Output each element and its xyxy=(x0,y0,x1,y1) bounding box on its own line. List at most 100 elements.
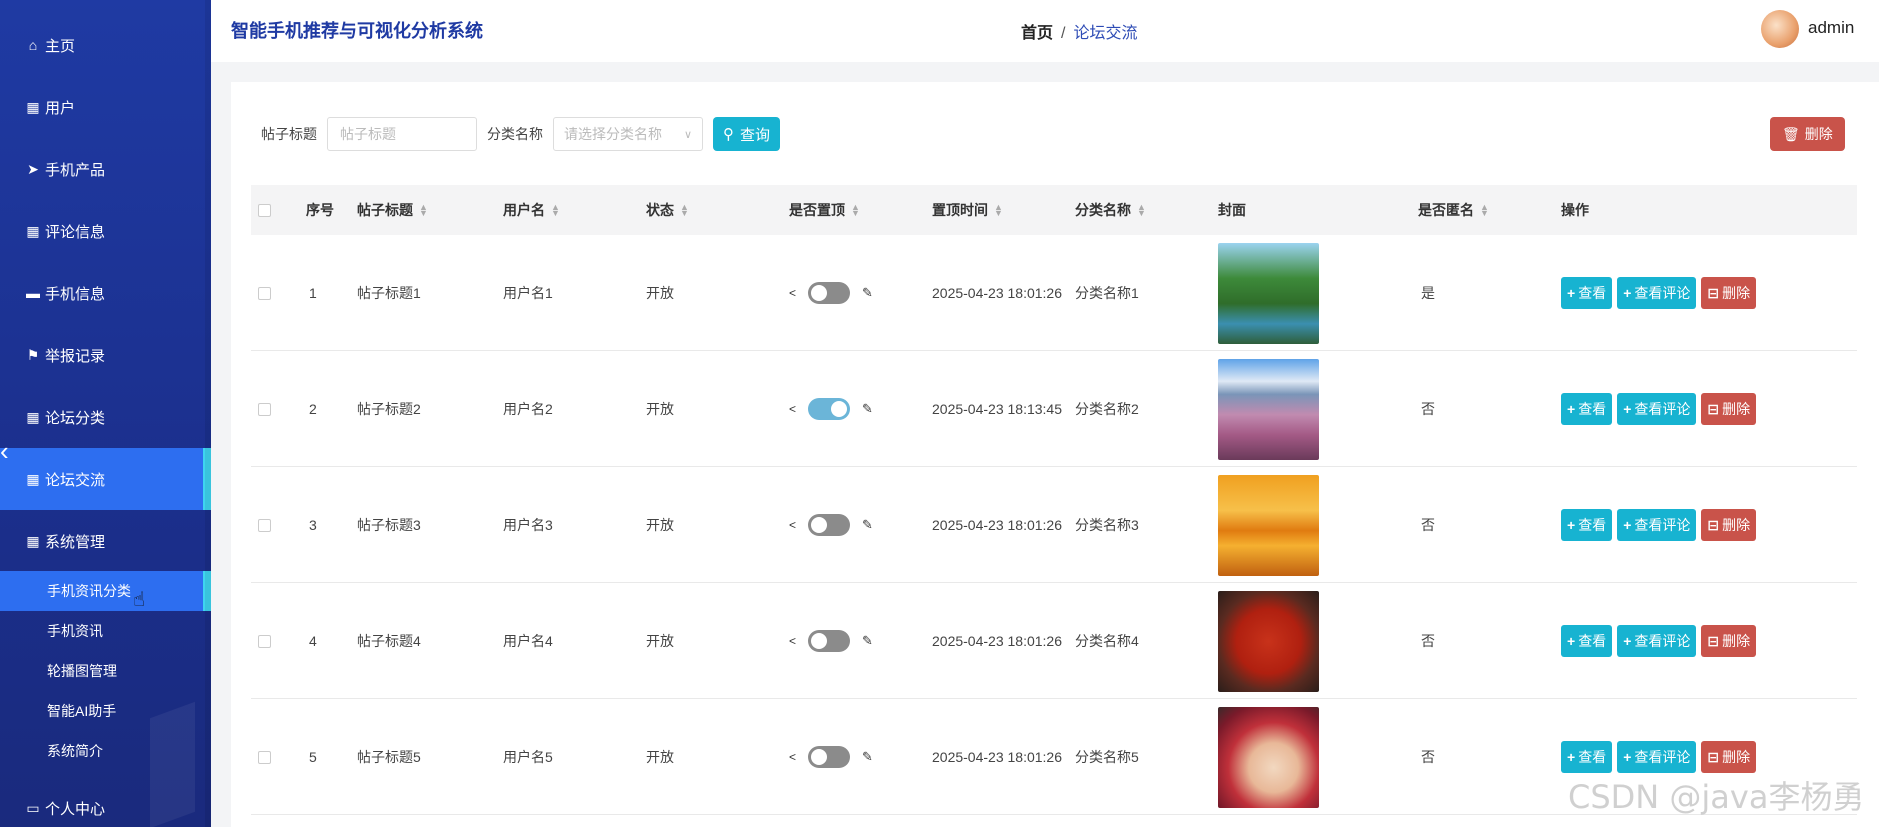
view-comments-label: 查看评论 xyxy=(1634,285,1691,301)
row-checkbox[interactable] xyxy=(258,583,271,699)
share-icon[interactable]: < xyxy=(789,286,796,300)
delete-button[interactable]: ⊟ 删除 xyxy=(1701,393,1757,425)
cover-image xyxy=(1218,474,1319,576)
edit-icon[interactable]: ✎ xyxy=(862,517,873,533)
edit-icon[interactable]: ✎ xyxy=(862,401,873,417)
select-all-checkbox[interactable] xyxy=(258,185,271,235)
pinned-toggle[interactable] xyxy=(808,630,851,652)
sidebar-item-phone-products[interactable]: ➤ 手机产品 xyxy=(0,138,211,200)
delete-button[interactable]: ⊟ 删除 xyxy=(1701,625,1757,657)
share-icon[interactable]: < xyxy=(789,750,796,764)
sidebar-subitem-news-category[interactable]: 手机资讯分类 xyxy=(0,571,211,611)
cell-pinned: < ✎ xyxy=(789,235,873,351)
row-checkbox[interactable] xyxy=(258,699,271,815)
col-status[interactable]: 状态 ▲ ▼ xyxy=(646,185,689,235)
view-button[interactable]: + 查看 xyxy=(1561,509,1613,541)
col-anonymous[interactable]: 是否匿名 ▲ ▼ xyxy=(1418,185,1489,235)
username[interactable]: admin xyxy=(1808,18,1854,38)
cover-image xyxy=(1218,358,1319,460)
delete-button-label: 删除 xyxy=(1722,517,1751,533)
sidebar-item-label: 手机产品 xyxy=(45,161,106,179)
view-button-label: 查看 xyxy=(1578,633,1607,649)
title-search-input[interactable]: 帖子标题 xyxy=(327,117,477,151)
sidebar: ⌂ 主页 ▦ 用户 ➤ 手机产品 ▦ 评论信息 ▬ 手机信息 ⚑ 举报记录 ▦ … xyxy=(0,0,211,827)
sidebar-item-home[interactable]: ⌂ 主页 xyxy=(0,14,211,76)
batch-delete-button[interactable]: 🗑 删除 xyxy=(1770,117,1845,151)
row-checkbox[interactable] xyxy=(258,351,271,467)
home-icon: ⌂ xyxy=(28,37,38,53)
sidebar-item-phone-info[interactable]: ▬ 手机信息 xyxy=(0,262,211,324)
view-comments-button[interactable]: + 查看评论 xyxy=(1617,741,1697,773)
pinned-toggle[interactable] xyxy=(808,514,851,536)
sidebar-subitem-carousel[interactable]: 轮播图管理 xyxy=(0,651,211,691)
sort-icon: ▲ ▼ xyxy=(551,202,560,218)
edit-icon[interactable]: ✎ xyxy=(862,749,873,765)
cell-anonymous: 否 xyxy=(1421,633,1435,649)
cover-image xyxy=(1218,242,1319,344)
view-button[interactable]: + 查看 xyxy=(1561,741,1613,773)
sidebar-item-system[interactable]: ▦ 系统管理 xyxy=(0,510,211,572)
sidebar-item-users[interactable]: ▦ 用户 xyxy=(0,76,211,138)
sidebar-item-forum[interactable]: ▦ 论坛交流 xyxy=(0,448,211,510)
sidebar-subitem-news[interactable]: 手机资讯 xyxy=(0,611,211,651)
delete-button[interactable]: ⊟ 删除 xyxy=(1701,277,1757,309)
pinned-toggle[interactable] xyxy=(808,282,851,304)
sidebar-item-reports[interactable]: ⚑ 举报记录 xyxy=(0,324,211,386)
query-button[interactable]: ⚲ 查询 xyxy=(713,117,781,151)
paper-plane-icon: ➤ xyxy=(27,160,39,177)
chevron-left-icon[interactable]: ‹ xyxy=(0,437,14,465)
col-category[interactable]: 分类名称 ▲ ▼ xyxy=(1075,185,1146,235)
breadcrumb-current: 论坛交流 xyxy=(1073,25,1138,42)
app-title: 智能手机推荐与可视化分析系统 xyxy=(231,21,483,41)
sidebar-item-forum-category[interactable]: ▦ 论坛分类 xyxy=(0,386,211,448)
cell-actions: + 查看 + 查看评论 ⊟ 删除 xyxy=(1561,235,1761,351)
avatar[interactable] xyxy=(1761,10,1799,48)
sidebar-item-reviews[interactable]: ▦ 评论信息 xyxy=(0,200,211,262)
col-pinned[interactable]: 是否置顶 ▲ ▼ xyxy=(789,185,860,235)
col-user[interactable]: 用户名 ▲ ▼ xyxy=(503,185,560,235)
edit-icon[interactable]: ✎ xyxy=(862,285,873,301)
sidebar-item-personal-center[interactable]: ▭ 个人中心 xyxy=(0,777,211,827)
col-pin-time[interactable]: 置顶时间 ▲ ▼ xyxy=(932,185,1003,235)
col-actions: 操作 xyxy=(1561,202,1589,218)
share-icon[interactable]: < xyxy=(789,518,796,532)
cell-user: 用户名1 xyxy=(503,285,553,301)
card-icon: ▭ xyxy=(26,799,40,816)
cell-anonymous: 否 xyxy=(1421,401,1435,417)
view-button[interactable]: + 查看 xyxy=(1561,625,1613,657)
row-checkbox[interactable] xyxy=(258,467,271,583)
cell-category: 分类名称2 xyxy=(1075,401,1139,417)
col-title[interactable]: 帖子标题 ▲ ▼ xyxy=(357,185,428,235)
view-comments-button[interactable]: + 查看评论 xyxy=(1617,277,1697,309)
forum-table: 序号 帖子标题 ▲ ▼ 用户名 ▲ ▼ 状态 ▲ ▼ 是否置顶 ▲ ▼ 置顶时间 ▲ ▼ 分类名称 ▲… xyxy=(251,185,1857,815)
cell-category: 分类名称4 xyxy=(1075,633,1139,649)
plus-icon: + xyxy=(1567,633,1576,649)
category-select[interactable]: 请选择分类名称 ∨ xyxy=(553,117,703,151)
trash-icon: ⊟ xyxy=(1707,748,1720,765)
sidebar-item-label: 论坛交流 xyxy=(45,471,106,489)
delete-button[interactable]: ⊟ 删除 xyxy=(1701,509,1757,541)
plus-icon: + xyxy=(1567,401,1576,417)
cell-status: 开放 xyxy=(646,633,674,649)
cell-pin-time: 2025-04-23 18:01:26 xyxy=(932,285,1062,301)
pinned-toggle[interactable] xyxy=(808,746,851,768)
cell-cover xyxy=(1218,351,1319,467)
pinned-toggle[interactable] xyxy=(808,398,851,420)
plus-icon: + xyxy=(1623,285,1632,301)
cell-anonymous: 是 xyxy=(1421,285,1435,301)
sort-icon: ▲ ▼ xyxy=(851,202,860,218)
view-comments-button[interactable]: + 查看评论 xyxy=(1617,393,1697,425)
row-checkbox[interactable] xyxy=(258,235,271,351)
share-icon[interactable]: < xyxy=(789,402,796,416)
breadcrumb-home[interactable]: 首页 xyxy=(1021,25,1053,42)
delete-button[interactable]: ⊟ 删除 xyxy=(1701,741,1757,773)
view-comments-button[interactable]: + 查看评论 xyxy=(1617,625,1697,657)
sidebar-subitem-label: 轮播图管理 xyxy=(47,663,117,679)
sidebar-item-label: 手机信息 xyxy=(45,285,106,303)
view-button[interactable]: + 查看 xyxy=(1561,277,1613,309)
share-icon[interactable]: < xyxy=(789,634,796,648)
view-button[interactable]: + 查看 xyxy=(1561,393,1613,425)
view-comments-button[interactable]: + 查看评论 xyxy=(1617,509,1697,541)
edit-icon[interactable]: ✎ xyxy=(862,633,873,649)
chevron-down-icon: ∨ xyxy=(683,128,692,141)
